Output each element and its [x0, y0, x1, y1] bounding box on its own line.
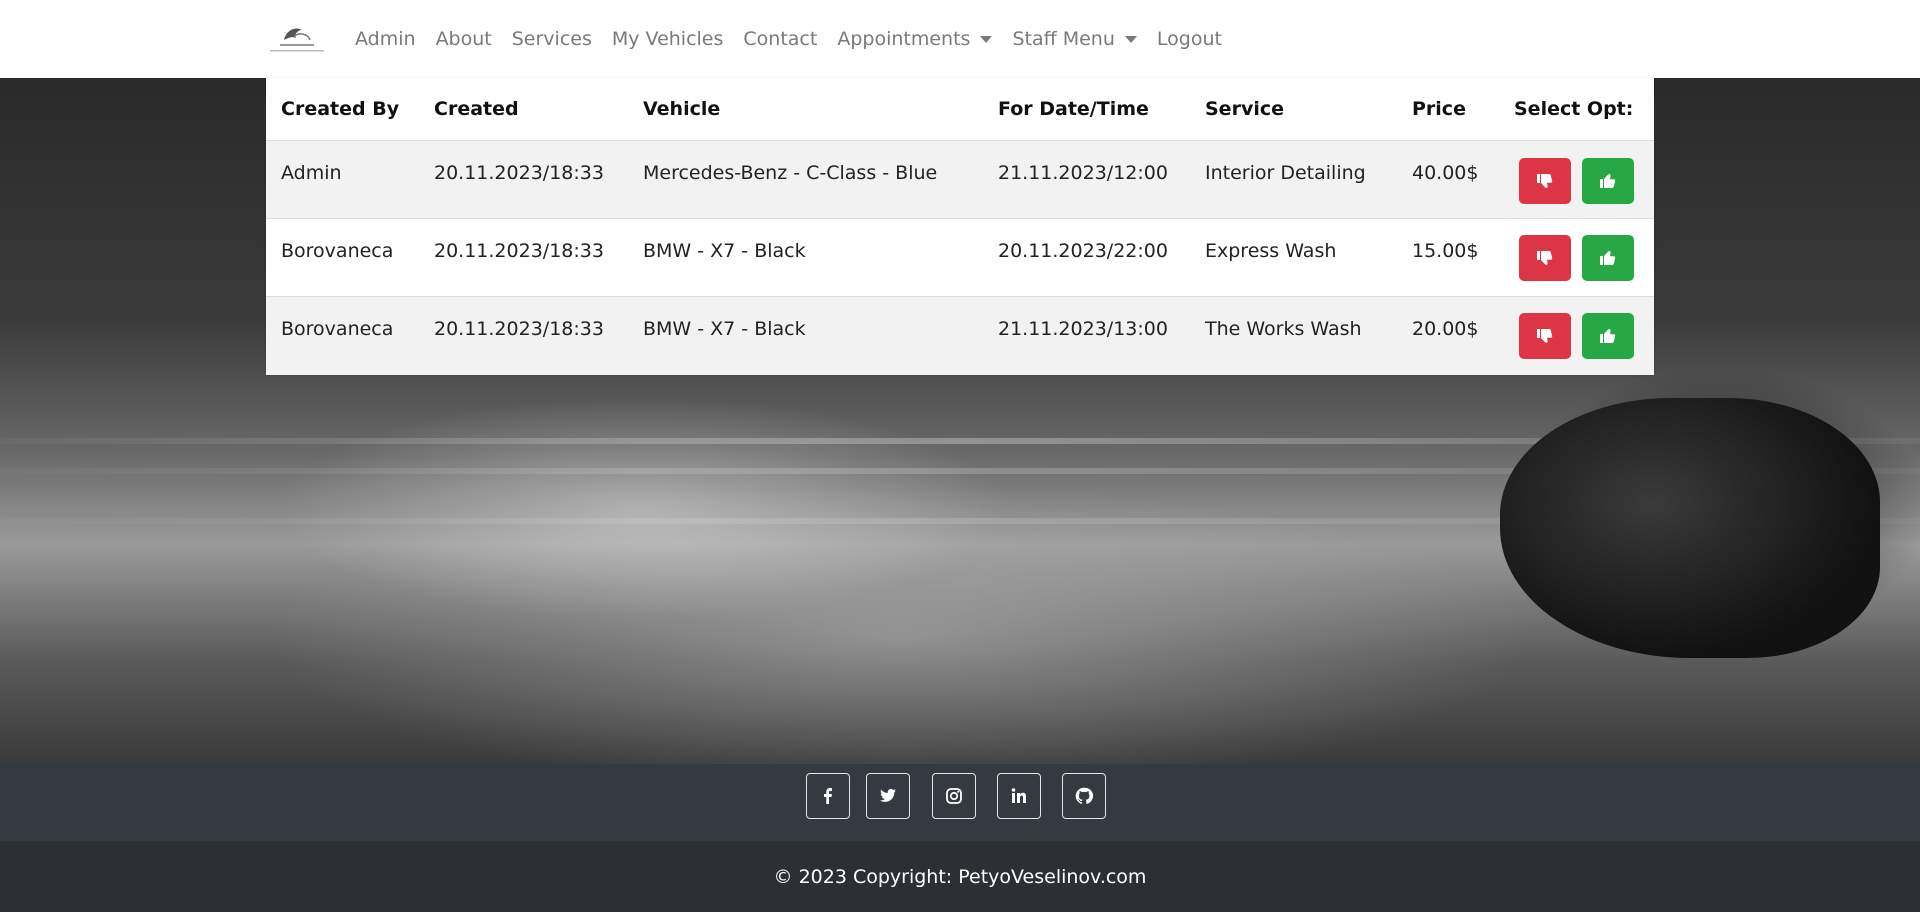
nav-links: Admin About Services My Vehicles Contact… [355, 0, 1232, 78]
nav-my-vehicles-label: My Vehicles [611, 28, 724, 50]
cell-price: 15.00$ [1412, 240, 1479, 262]
header-for-datetime: For Date/Time [998, 98, 1149, 120]
instagram-button[interactable] [932, 773, 976, 819]
chevron-down-icon [1124, 35, 1137, 43]
nav-my-vehicles[interactable]: My Vehicles [602, 28, 734, 50]
reject-button[interactable] [1519, 235, 1571, 281]
cell-vehicle: BMW - X7 - Black [643, 240, 806, 262]
facebook-button[interactable] [806, 773, 850, 819]
footer-copyright-bar: © 2023 Copyright: PetyoVeselinov.com [0, 841, 1920, 912]
appointments-table: Created By Created Vehicle For Date/Time… [266, 78, 1654, 375]
cell-created-by: Borovaneca [281, 318, 394, 340]
thumbs-up-icon [1600, 251, 1616, 265]
github-button[interactable] [1062, 773, 1106, 819]
approve-button[interactable] [1582, 158, 1634, 204]
reject-button[interactable] [1519, 313, 1571, 359]
header-select-opt: Select Opt: [1514, 98, 1634, 120]
car-wash-logo[interactable] [266, 22, 328, 56]
thumbs-down-icon [1537, 251, 1553, 265]
thumbs-down-icon [1537, 174, 1553, 188]
thumbs-up-icon [1600, 174, 1616, 188]
twitter-icon [880, 789, 896, 802]
approve-button[interactable] [1582, 235, 1634, 281]
github-icon [1075, 787, 1094, 804]
nav-logout[interactable]: Logout [1147, 28, 1232, 50]
cell-created-by: Borovaneca [281, 240, 394, 262]
nav-about-label: About [435, 28, 492, 50]
navbar: Admin About Services My Vehicles Contact… [0, 0, 1920, 79]
nav-admin[interactable]: Admin [355, 28, 426, 50]
header-service: Service [1205, 98, 1284, 120]
nav-staff-menu-label: Staff Menu [1012, 28, 1115, 50]
thumbs-up-icon [1600, 329, 1616, 343]
table-row: Admin 20.11.2023/18:33 Mercedes-Benz - C… [266, 140, 1654, 219]
chevron-down-icon [980, 35, 993, 43]
cell-for-datetime: 20.11.2023/22:00 [998, 240, 1168, 262]
nav-staff-menu-dropdown[interactable]: Staff Menu [1002, 28, 1146, 50]
hero-glove-shape [1500, 398, 1880, 658]
header-created: Created [434, 98, 519, 120]
facebook-icon [824, 788, 832, 804]
approve-button[interactable] [1582, 313, 1634, 359]
cell-price: 20.00$ [1412, 318, 1479, 340]
nav-services-label: Services [511, 28, 592, 50]
footer-social-bar [0, 764, 1920, 841]
cell-service: Interior Detailing [1205, 162, 1366, 184]
nav-admin-label: Admin [355, 28, 416, 50]
nav-logout-label: Logout [1156, 28, 1222, 50]
header-price: Price [1412, 98, 1466, 120]
cell-for-datetime: 21.11.2023/13:00 [998, 318, 1168, 340]
nav-contact[interactable]: Contact [733, 28, 827, 50]
cell-created-by: Admin [281, 162, 342, 184]
linkedin-button[interactable] [997, 773, 1041, 819]
nav-about[interactable]: About [426, 28, 502, 50]
nav-services[interactable]: Services [502, 28, 602, 50]
nav-contact-label: Contact [743, 28, 818, 50]
nav-appointments-label: Appointments [837, 28, 971, 50]
table-header-row: Created By Created Vehicle For Date/Time… [266, 78, 1654, 141]
cell-created: 20.11.2023/18:33 [434, 162, 604, 184]
header-vehicle: Vehicle [643, 98, 721, 120]
nav-appointments-dropdown[interactable]: Appointments [827, 28, 1002, 50]
thumbs-down-icon [1537, 329, 1553, 343]
cell-for-datetime: 21.11.2023/12:00 [998, 162, 1168, 184]
cell-service: The Works Wash [1205, 318, 1362, 340]
table-row: Borovaneca 20.11.2023/18:33 BMW - X7 - B… [266, 218, 1654, 297]
table-row: Borovaneca 20.11.2023/18:33 BMW - X7 - B… [266, 296, 1654, 375]
cell-price: 40.00$ [1412, 162, 1479, 184]
cell-service: Express Wash [1205, 240, 1337, 262]
linkedin-icon [1011, 788, 1026, 803]
reject-button[interactable] [1519, 158, 1571, 204]
cell-vehicle: BMW - X7 - Black [643, 318, 806, 340]
cell-vehicle: Mercedes-Benz - C-Class - Blue [643, 162, 938, 184]
copyright-text: © 2023 Copyright: PetyoVeselinov.com [773, 865, 1147, 888]
cell-created: 20.11.2023/18:33 [434, 318, 604, 340]
cell-created: 20.11.2023/18:33 [434, 240, 604, 262]
header-created-by: Created By [281, 98, 400, 120]
instagram-icon [946, 788, 962, 804]
twitter-button[interactable] [866, 773, 910, 819]
